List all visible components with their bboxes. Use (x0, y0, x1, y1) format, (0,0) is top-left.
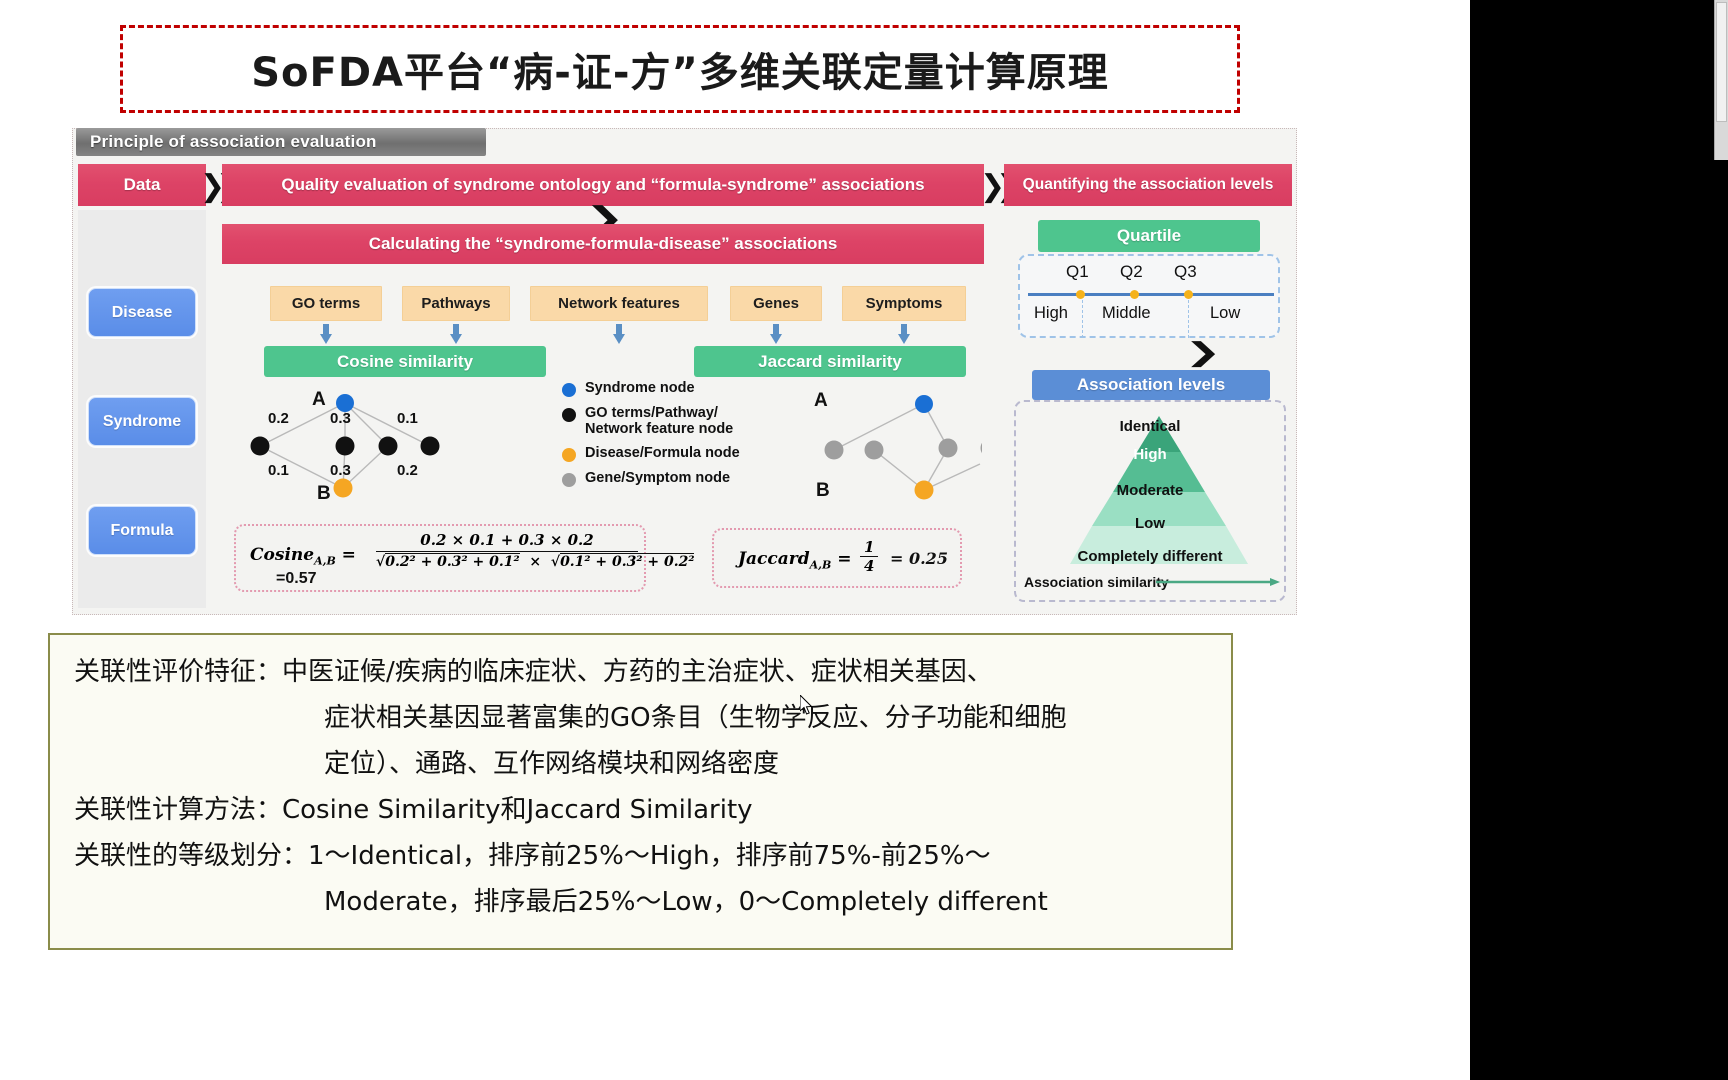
data-types-column: Disease Syndrome Formula (78, 210, 206, 608)
association-similarity-axis-label: Association similarity (1024, 574, 1169, 590)
quartile-header: Quartile (1038, 220, 1260, 252)
scrollbar-track[interactable] (1714, 0, 1728, 160)
jaccard-network-graph (824, 395, 982, 500)
jaccard-similarity-bar: Jaccard similarity (694, 346, 966, 377)
chevron-down-icon-2: ❯ (1184, 338, 1222, 368)
quartile-tick-q3: Q3 (1174, 262, 1197, 281)
legend-dot-black-icon (562, 408, 576, 422)
cosine-node-a-label: A (312, 389, 326, 410)
flow-data-bar: Data (78, 164, 206, 206)
legend-label-gene-symptom: Gene/Symptom node (585, 470, 731, 487)
data-chip-syndrome: Syndrome (88, 397, 196, 446)
cosine-weight-top-3: 0.1 (397, 410, 418, 427)
principle-figure: Principle of association evaluation Data… (72, 128, 1297, 615)
slide-canvas: SoFDA平台“病-证-方”多维关联定量计算原理 Principle of as… (0, 0, 1470, 1080)
legend-dot-gray-icon (562, 473, 576, 488)
legend-dot-blue-icon (562, 383, 576, 397)
arrow-down-icon-5 (898, 324, 910, 344)
flow-quality-bar: Quality evaluation of syndrome ontology … (222, 164, 984, 206)
feature-chip-go-terms: GO terms (270, 286, 382, 321)
quartile-band-high: High (1034, 304, 1068, 322)
jaccard-node-b-label: B (816, 480, 830, 501)
association-pyramid-box: Identical High Moderate Low Completely d… (1014, 400, 1286, 602)
notes-line-3: 定位）、通路、互作网络模块和网络密度 (324, 749, 780, 779)
quartile-separator-1 (1082, 300, 1083, 338)
notes-line-4: 关联性计算方法：Cosine Similarity和Jaccard Simila… (74, 795, 753, 825)
flow-quantify-bar: Quantifying the association levels (1004, 164, 1292, 206)
cosine-weight-bottom-1: 0.1 (268, 462, 289, 479)
quartile-separator-2 (1188, 300, 1189, 338)
cosine-weight-bottom-3: 0.2 (397, 462, 418, 479)
jaccard-node-a-label: A (814, 390, 828, 411)
arrow-down-icon-1 (320, 324, 332, 344)
quartile-tick-q1: Q1 (1066, 262, 1089, 281)
cosine-weight-top-2: 0.3 (330, 410, 351, 427)
jaccard-formula-box: JaccardA,B = 1 4 = 0.25 (712, 528, 962, 588)
arrow-down-icon-2 (450, 324, 462, 344)
cosine-formula-name: CosineA,B = (250, 545, 356, 568)
cosine-denominator: √0.2² + 0.3² + 0.1² × √0.1² + 0.3² + 0.2… (376, 553, 695, 570)
quartile-dot-q3-icon (1184, 290, 1193, 299)
cosine-numerator: 0.2 × 0.1 + 0.3 × 0.2 (376, 531, 638, 552)
association-levels-header: Association levels (1032, 370, 1270, 400)
association-similarity-arrow-icon (1156, 578, 1280, 586)
notes-line-2: 症状相关基因显著富集的GO条目（生物学反应、分子功能和细胞 (324, 703, 1067, 733)
pyramid-label-identical: Identical (1119, 418, 1181, 435)
feature-chip-pathways: Pathways (402, 286, 510, 321)
mouse-cursor-icon (800, 695, 813, 715)
jaccard-denominator: 4 (864, 557, 875, 575)
legend-item-gene-symptom: Gene/Symptom node (562, 470, 762, 488)
legend-label-disease-formula: Disease/Formula node (585, 445, 740, 462)
page-title: SoFDA平台“病-证-方”多维关联定量计算原理 (251, 50, 1109, 96)
legend-label-syndrome: Syndrome node (585, 380, 695, 396)
quartile-dot-q2-icon (1130, 290, 1139, 299)
pyramid-label-low: Low (1135, 515, 1165, 532)
figure-tab-label: Principle of association evaluation (76, 128, 486, 156)
cosine-weight-bottom-2: 0.3 (330, 462, 351, 479)
feature-chip-symptoms: Symptoms (842, 286, 966, 321)
feature-chip-genes: Genes (730, 286, 822, 321)
data-chip-disease: Disease (88, 288, 196, 337)
pyramid-label-high: High (1133, 446, 1167, 463)
node-legend: Syndrome node GO terms/Pathway/ Network … (562, 380, 762, 495)
quartile-box: Q1 Q2 Q3 High Middle Low (1018, 254, 1280, 338)
arrow-down-icon-3 (613, 324, 625, 344)
slide-title-box: SoFDA平台“病-证-方”多维关联定量计算原理 (120, 25, 1240, 113)
jaccard-result: = 0.25 (890, 549, 948, 568)
data-chip-formula: Formula (88, 506, 196, 555)
feature-chip-network-features: Network features (530, 286, 708, 321)
legend-item-syndrome: Syndrome node (562, 380, 762, 397)
quartile-tick-q2: Q2 (1120, 262, 1143, 281)
notes-line-6: Moderate，排序最后25%～Low，0～Completely differ… (324, 887, 1048, 917)
quartile-band-low: Low (1210, 304, 1241, 322)
cosine-similarity-bar: Cosine similarity (264, 346, 546, 377)
arrow-down-icon-4 (770, 324, 782, 344)
notes-line-1: 关联性评价特征：中医证候/疾病的临床症状、方药的主治症状、症状相关基因、 (74, 657, 993, 687)
cosine-network-graph (250, 394, 440, 498)
cosine-weight-top-1: 0.2 (268, 410, 289, 427)
jaccard-formula-fraction: 1 4 (860, 538, 879, 575)
pyramid-label-completely-different: Completely different (1077, 548, 1223, 565)
letterbox-right (1470, 0, 1728, 1080)
quartile-axis-line (1028, 293, 1274, 296)
notes-block: 关联性评价特征：中医证候/疾病的临床症状、方药的主治症状、症状相关基因、 症状相… (48, 633, 1233, 950)
notes-line-5: 关联性的等级划分：1～Identical，排序前25%～High，排序前75%-… (74, 841, 991, 871)
cosine-formula-box: CosineA,B = 0.2 × 0.1 + 0.3 × 0.2 √0.2² … (234, 524, 695, 592)
quartile-band-middle: Middle (1102, 304, 1151, 322)
cosine-result: =0.57 (276, 570, 317, 587)
jaccard-formula-name: JaccardA,B = (738, 549, 852, 572)
legend-label-go-terms: GO terms/Pathway/ Network feature node (585, 405, 734, 438)
cosine-formula-fraction: 0.2 × 0.1 + 0.3 × 0.2 √0.2² + 0.3² + 0.1… (376, 531, 695, 570)
legend-dot-orange-icon (562, 448, 576, 463)
scrollbar-thumb[interactable] (1716, 2, 1727, 122)
legend-item-go-terms: GO terms/Pathway/ Network feature node (562, 405, 762, 437)
legend-item-disease-formula: Disease/Formula node (562, 445, 762, 463)
quartile-dot-q1-icon (1076, 290, 1085, 299)
jaccard-numerator: 1 (860, 538, 879, 557)
cosine-node-b-label: B (317, 483, 331, 504)
calculating-bar: Calculating the “syndrome-formula-diseas… (222, 224, 984, 264)
pyramid-label-moderate: Moderate (1116, 482, 1184, 499)
